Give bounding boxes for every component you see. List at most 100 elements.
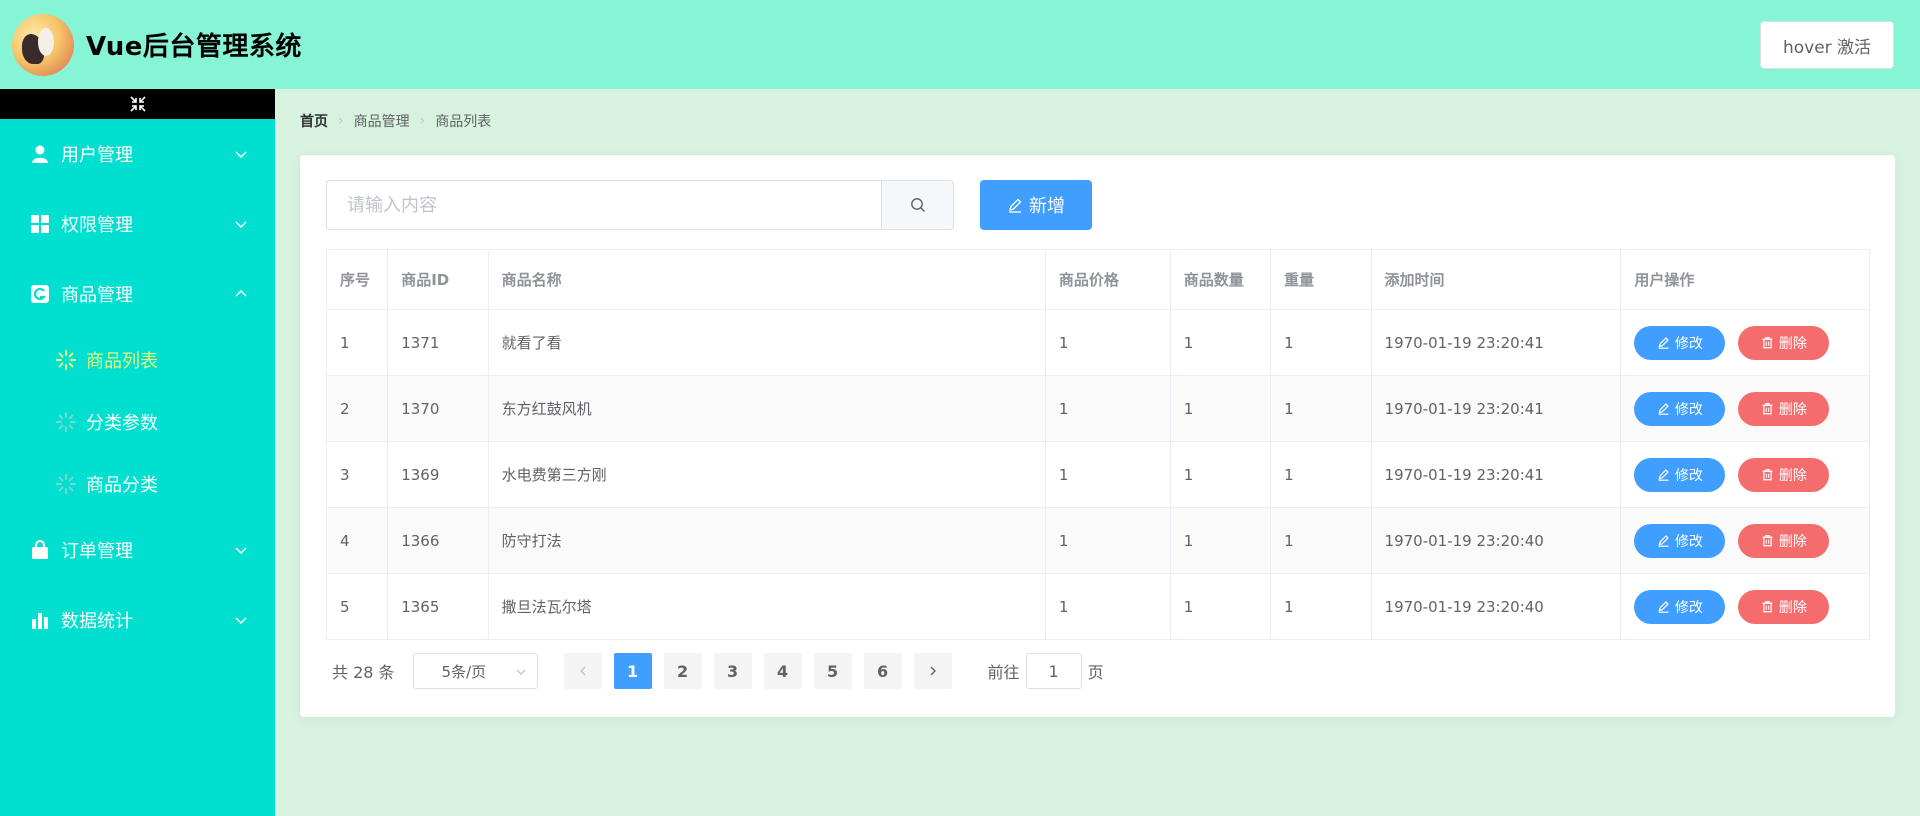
prev-page-button[interactable] [563,653,602,689]
table-row: 2 1370 东方红鼓风机 1 1 1 1970-01-19 23:20:41 修改 删除 [325,375,1870,442]
table-cell: 1 [1169,309,1272,376]
sidebar-subitem-category-params[interactable]: 分类参数 [0,391,275,453]
chevron-left-icon [579,666,586,676]
bag-icon [30,540,50,560]
column-header: 商品数量 [1169,249,1272,310]
edit-button-label: 修改 [1674,467,1703,484]
page-number-button[interactable]: 4 [763,653,802,689]
sidebar-subitem-goods-category[interactable]: 商品分类 [0,453,275,515]
main-content: 首页 › 商品管理 › 商品列表 新增 序号 商品ID 商品名称 商品价格 商品… [275,89,1920,816]
sidebar-item-permission-management[interactable]: 权限管理 [0,189,275,259]
table-cell-actions: 修改 删除 [1620,309,1870,376]
table-cell-actions: 修改 删除 [1620,573,1870,640]
table-row: 4 1366 防守打法 1 1 1 1970-01-19 23:20:40 修改 删除 [325,507,1870,574]
chevron-down-icon [235,617,247,625]
goods-card: 新增 序号 商品ID 商品名称 商品价格 商品数量 重量 添加时间 用户操作 1… [300,155,1895,717]
page-number-button[interactable]: 3 [713,653,752,689]
grid-icon [30,214,50,234]
chevron-down-icon [516,669,526,675]
page-number-button[interactable]: 5 [813,653,852,689]
trash-icon [1762,601,1773,613]
edit-button[interactable]: 修改 [1634,457,1726,492]
app-logo [12,13,74,76]
table-header-row: 序号 商品ID 商品名称 商品价格 商品数量 重量 添加时间 用户操作 [325,249,1870,310]
goto-page-input[interactable] [1025,653,1082,689]
edit-button[interactable]: 修改 [1634,325,1726,360]
delete-button[interactable]: 删除 [1738,325,1830,360]
delete-button-label: 删除 [1778,533,1807,550]
hover-activate-button[interactable]: hover 激活 [1760,21,1894,69]
breadcrumb-goods-list: 商品列表 [435,114,492,130]
table-cell: 1 [325,309,389,376]
table-cell: 1970-01-19 23:20:41 [1370,309,1622,376]
trash-icon [1762,535,1773,547]
table-cell: 2 [325,375,389,442]
table-cell: 1 [1169,507,1272,574]
sidebar-collapse-toggle[interactable] [0,89,275,119]
table-row: 3 1369 水电费第三方刚 1 1 1 1970-01-19 23:20:41 修改 删除 [325,441,1870,508]
table-cell: 1365 [387,573,489,640]
sidebar-item-label: 用户管理 [61,145,133,166]
edit-button[interactable]: 修改 [1634,391,1726,426]
table-cell: 1 [1169,375,1272,442]
goto-suffix: 页 [1087,663,1104,682]
table-cell: 1 [1044,507,1171,574]
sidebar-item-goods-management[interactable]: 商品管理 [0,259,275,329]
edit-button[interactable]: 修改 [1634,523,1726,558]
table-cell: 撒旦法瓦尔塔 [487,573,1046,640]
next-page-button[interactable] [913,653,952,689]
edit-button-label: 修改 [1674,401,1703,418]
app-title: Vue后台管理系统 [86,32,302,62]
delete-button-label: 删除 [1778,401,1807,418]
trash-icon [1762,469,1773,481]
sidebar: 用户管理 权限管理 商品管理 商品列表 分类参数 商品分类 订单管理 数据统计 [0,89,275,816]
sidebar-item-order-management[interactable]: 订单管理 [0,515,275,585]
delete-button-label: 删除 [1778,599,1807,616]
sidebar-item-data-statistics[interactable]: 数据统计 [0,585,275,655]
delete-button[interactable]: 删除 [1738,457,1830,492]
search-input[interactable] [326,180,881,230]
table-cell-actions: 修改 删除 [1620,375,1870,442]
goto-page: 前往 页 [988,653,1104,689]
chevron-down-icon [235,221,247,229]
sidebar-item-label: 权限管理 [61,215,133,236]
column-header: 添加时间 [1370,249,1622,310]
edit-button-label: 修改 [1674,335,1703,352]
page-number-button[interactable]: 6 [863,653,902,689]
breadcrumb-separator-icon: › [419,113,426,129]
user-icon [30,144,50,164]
delete-button[interactable]: 删除 [1738,523,1830,558]
sidebar-subitem-label: 商品分类 [86,475,158,496]
table-cell: 1970-01-19 23:20:41 [1370,375,1622,442]
edit-button[interactable]: 修改 [1634,589,1726,624]
table-cell: 5 [325,573,389,640]
sidebar-item-user-management[interactable]: 用户管理 [0,119,275,189]
add-button[interactable]: 新增 [980,180,1092,230]
table-cell-actions: 修改 删除 [1620,507,1870,574]
table-cell: 1 [1044,309,1171,376]
edit-icon [1658,403,1669,415]
page-number-button[interactable]: 2 [663,653,702,689]
column-header: 商品价格 [1044,249,1171,310]
table-cell: 1 [1270,309,1372,376]
delete-button[interactable]: 删除 [1738,589,1830,624]
page-size-select[interactable]: 5条/页 [412,653,538,689]
table-cell: 1970-01-19 23:20:40 [1370,507,1622,574]
page-number-button[interactable]: 1 [613,653,652,689]
loading-icon [56,412,76,432]
delete-button[interactable]: 删除 [1738,391,1830,426]
collapse-icon [129,96,146,112]
edit-icon [1658,601,1669,613]
table-row: 1 1371 就看了看 1 1 1 1970-01-19 23:20:41 修改 删除 [325,309,1870,376]
breadcrumb-separator-icon: › [338,113,344,129]
table-cell: 4 [325,507,389,574]
table-cell: 1369 [387,441,489,508]
goto-prefix: 前往 [987,663,1020,682]
search-button[interactable] [881,180,954,230]
search-icon [910,198,925,212]
breadcrumb-home[interactable]: 首页 [300,111,328,131]
table-cell: 1970-01-19 23:20:41 [1370,441,1622,508]
table-cell: 1 [1270,573,1372,640]
sidebar-subitem-label: 分类参数 [86,413,158,434]
sidebar-subitem-goods-list[interactable]: 商品列表 [0,329,275,391]
